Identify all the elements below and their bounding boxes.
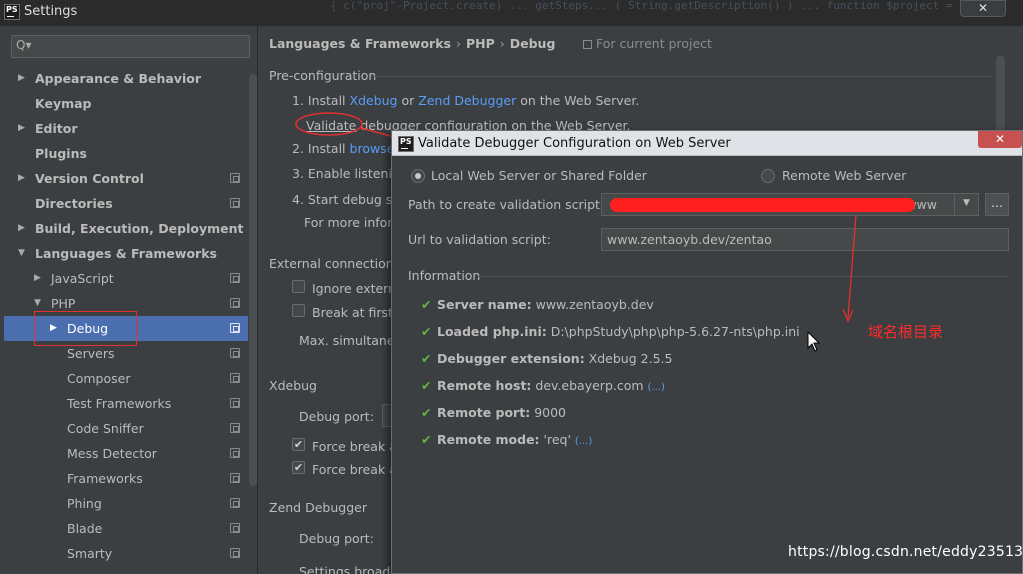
mouse-cursor-icon — [807, 331, 821, 352]
domain-root-annotation: 域名根目录 — [868, 323, 944, 341]
path-arrow-annotation — [847, 214, 857, 319]
path-annotation-overlay — [842, 214, 857, 323]
watermark: https://blog.csdn.net/eddy23513 — [788, 544, 1023, 560]
